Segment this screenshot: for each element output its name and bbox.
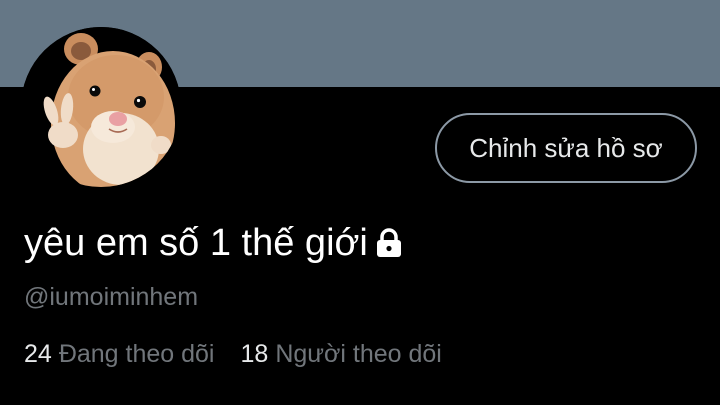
following-stat-link[interactable]: 24 Đang theo dõi (24, 338, 215, 370)
following-count: 24 (24, 340, 52, 368)
display-name: yêu em số 1 thế giới (24, 222, 368, 264)
avatar[interactable] (21, 27, 181, 187)
hamster-avatar-image (21, 27, 181, 187)
lock-icon (374, 228, 404, 258)
edit-profile-button[interactable]: Chỉnh sửa hồ sơ (435, 113, 697, 183)
following-label: Đang theo dõi (58, 340, 215, 368)
followers-label: Người theo dõi (275, 340, 442, 368)
display-name-row: yêu em số 1 thế giới (24, 220, 404, 266)
follow-stats: 24 Đang theo dõi 18 Người theo dõi (24, 338, 442, 370)
profile-handle: @iumoiminhem (24, 283, 199, 311)
followers-count: 18 (240, 340, 269, 368)
followers-stat-link[interactable]: 18 Người theo dõi (241, 338, 442, 370)
